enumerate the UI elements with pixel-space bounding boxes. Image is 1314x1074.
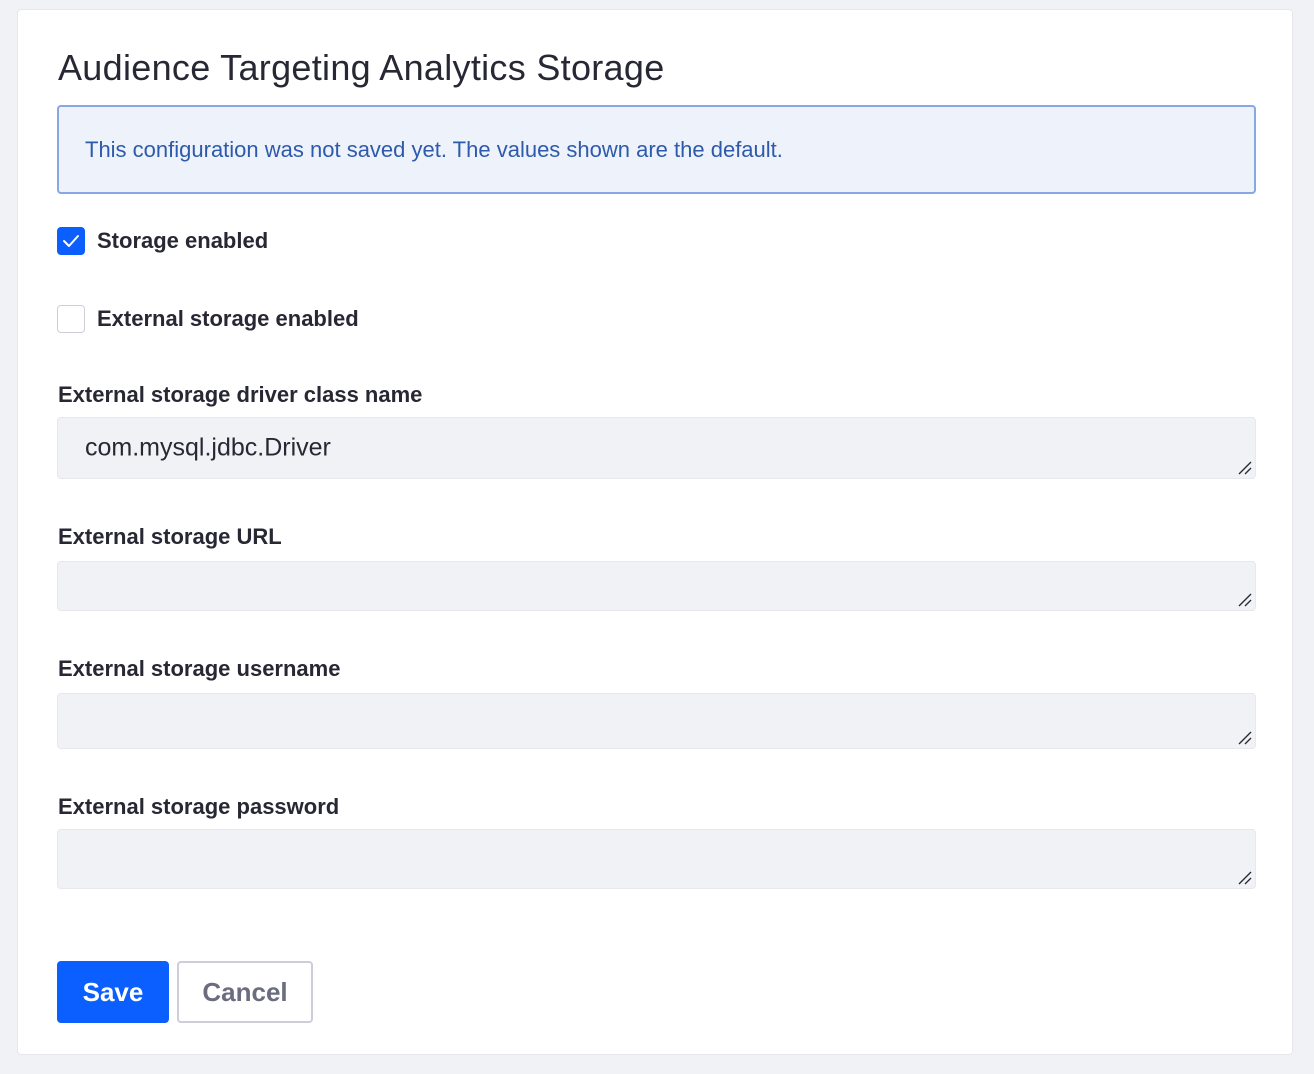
external-storage-enabled-checkbox-row[interactable]: External storage enabled — [57, 305, 359, 333]
resize-handle-icon[interactable] — [1236, 459, 1252, 475]
info-alert: This configuration was not saved yet. Th… — [57, 105, 1256, 194]
configuration-card: Audience Targeting Analytics Storage Thi… — [17, 9, 1293, 1055]
alert-message: This configuration was not saved yet. Th… — [85, 136, 783, 162]
cancel-button[interactable]: Cancel — [177, 961, 313, 1023]
checkmark-icon — [63, 235, 79, 247]
password-label: External storage password — [58, 794, 340, 819]
username-label: External storage username — [58, 656, 341, 681]
storage-enabled-checkbox[interactable] — [57, 227, 85, 255]
save-button[interactable]: Save — [57, 961, 169, 1023]
external-storage-enabled-label: External storage enabled — [97, 306, 359, 331]
username-textarea[interactable] — [57, 693, 1256, 749]
url-textarea[interactable] — [57, 561, 1256, 611]
password-textarea[interactable] — [57, 829, 1256, 889]
driver-class-label: External storage driver class name — [58, 382, 423, 407]
driver-class-value: com.mysql.jdbc.Driver — [85, 433, 331, 462]
storage-enabled-checkbox-row[interactable]: Storage enabled — [57, 227, 268, 255]
page-title: Audience Targeting Analytics Storage — [58, 47, 665, 88]
resize-handle-icon[interactable] — [1236, 729, 1252, 745]
resize-handle-icon[interactable] — [1236, 869, 1252, 885]
external-storage-enabled-checkbox[interactable] — [57, 305, 85, 333]
resize-handle-icon[interactable] — [1236, 591, 1252, 607]
driver-class-textarea[interactable]: com.mysql.jdbc.Driver — [57, 417, 1256, 479]
storage-enabled-label: Storage enabled — [97, 228, 269, 253]
url-label: External storage URL — [58, 524, 282, 549]
